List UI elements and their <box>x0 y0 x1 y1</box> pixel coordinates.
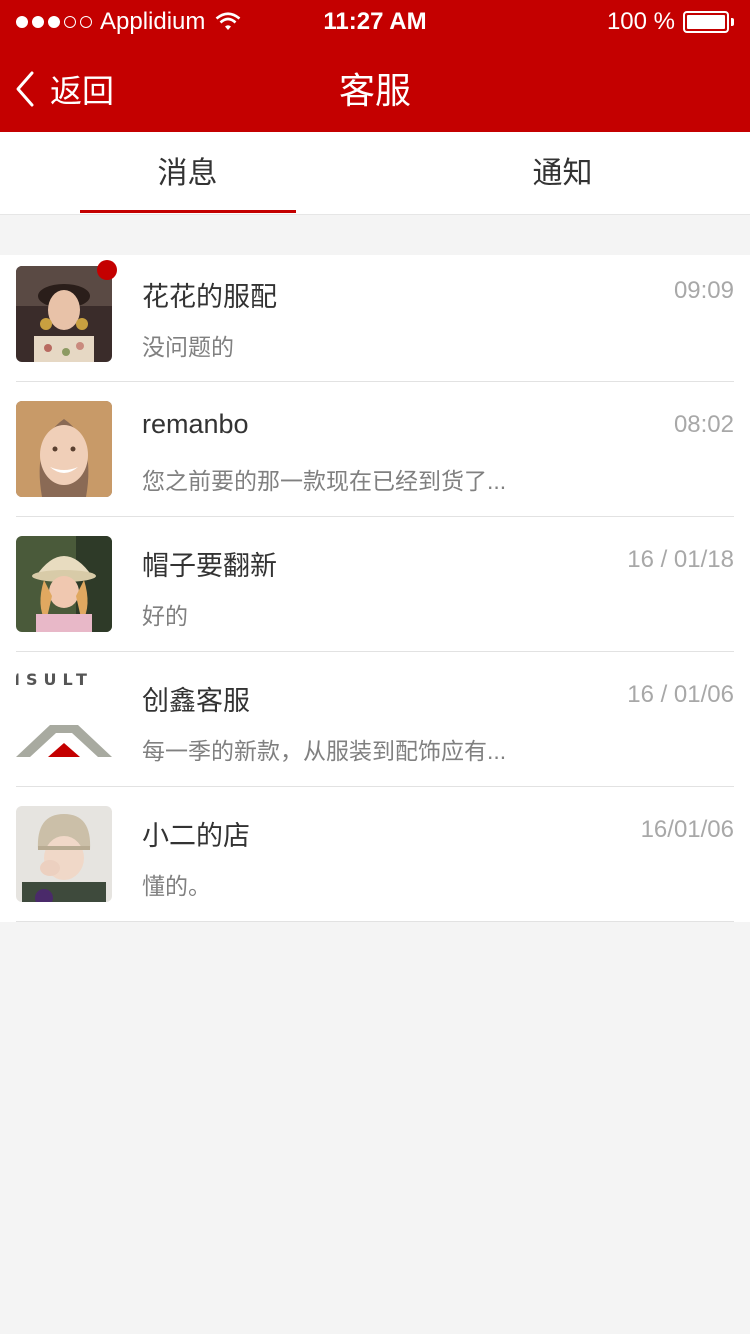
avatar <box>16 806 112 902</box>
status-bar: Applidium 11:27 AM 100 % <box>0 0 750 44</box>
unread-badge <box>97 260 117 280</box>
divider <box>16 921 734 922</box>
list-item[interactable]: 花花的服配 没问题的 09:09 <box>0 255 750 382</box>
list-item[interactable]: 小二的店 懂的。 16/01/06 <box>0 787 750 922</box>
list-item[interactable]: 帽子要翻新 好的 16 / 01/18 <box>0 517 750 652</box>
conversation-preview: 好的 <box>142 603 188 629</box>
avatar: ISULT <box>16 671 112 767</box>
conversation-preview: 没问题的 <box>142 334 234 360</box>
conversation-name: remanbo <box>142 409 249 439</box>
conversation-name: 小二的店 <box>142 821 250 851</box>
conversation-name: 花花的服配 <box>142 282 277 312</box>
tab-notifications[interactable]: 通知 <box>375 132 750 215</box>
conversation-time: 08:02 <box>673 411 734 438</box>
nav-bar: Applidium 11:27 AM 100 % 返回 客服 <box>0 0 750 132</box>
battery-percent: 100 % <box>606 8 675 35</box>
conversation-name: 创鑫客服 <box>142 686 250 716</box>
battery-status: 100 % <box>607 8 734 36</box>
conversation-time: 16/01/06 <box>640 816 734 843</box>
conversation-time: 16 / 01/06 <box>627 681 734 708</box>
conversation-name: 帽子要翻新 <box>142 551 277 581</box>
avatar <box>16 401 112 497</box>
avatar <box>16 266 112 362</box>
conversation-time: 16 / 01/18 <box>627 546 734 573</box>
active-tab-indicator <box>80 210 296 213</box>
tab-messages[interactable]: 消息 <box>0 132 375 215</box>
battery-icon <box>683 11 729 33</box>
list-item[interactable]: ISULT 创鑫客服 每一季的新款，从服装到配饰应有... 16 / 01/06 <box>0 652 750 787</box>
conversation-preview: 您之前要的那一款现在已经到货了... <box>142 468 507 494</box>
page-title: 客服 <box>338 70 411 111</box>
tab-bar: 消息 通知 <box>0 132 750 215</box>
conversation-preview: 懂的。 <box>142 873 211 899</box>
conversation-time: 09:09 <box>673 277 734 304</box>
list-item[interactable]: remanbo 您之前要的那一款现在已经到货了... 08:02 <box>0 382 750 517</box>
avatar <box>16 536 112 632</box>
conversation-list: 花花的服配 没问题的 09:09 remanbo 您之前要的那一款现在已经到货了… <box>0 255 750 922</box>
conversation-preview: 每一季的新款，从服装到配饰应有... <box>142 738 507 764</box>
svg-text:ISULT: ISULT <box>16 671 93 689</box>
